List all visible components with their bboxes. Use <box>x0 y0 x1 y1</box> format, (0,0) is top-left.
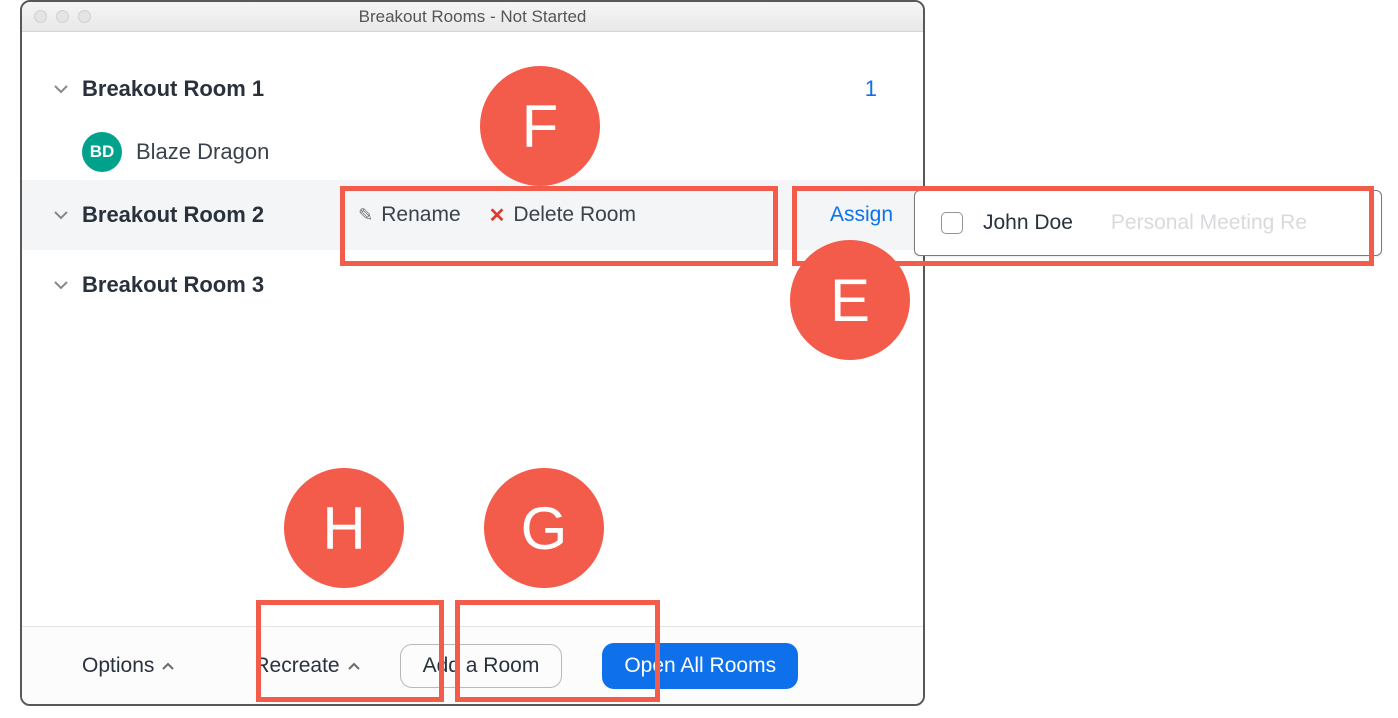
avatar: BD <box>82 132 122 172</box>
chevron-up-icon <box>348 658 360 673</box>
recreate-button[interactable]: Recreate <box>254 654 359 678</box>
room-actions: ✎ Rename ✕ Delete Room <box>358 203 636 228</box>
participant-row[interactable]: BD Blaze Dragon <box>22 124 923 180</box>
assign-link[interactable]: Assign <box>830 203 893 227</box>
annotation-badge-g: G <box>484 468 604 588</box>
annotation-badge-e: E <box>790 240 910 360</box>
assign-candidate-name: John Doe <box>983 211 1073 235</box>
room-list: Breakout Room 1 1 BD Blaze Dragon Breako… <box>22 32 923 320</box>
open-all-label: Open All Rooms <box>624 654 776 677</box>
room-name: Breakout Room 3 <box>82 272 264 298</box>
window-title: Breakout Rooms - Not Started <box>22 7 923 27</box>
x-icon: ✕ <box>489 203 506 228</box>
annotation-badge-h: H <box>284 468 404 588</box>
footer: Options Recreate Add a Room Open All Roo… <box>22 626 923 704</box>
assign-candidate-secondary: Personal Meeting Re <box>1111 211 1307 235</box>
pencil-icon: ✎ <box>358 205 373 226</box>
room-row[interactable]: Breakout Room 1 1 <box>22 54 923 124</box>
rename-button[interactable]: ✎ Rename <box>358 203 460 227</box>
delete-label: Delete Room <box>513 203 636 227</box>
annotation-badge-f: F <box>480 66 600 186</box>
room-name: Breakout Room 2 <box>82 202 264 228</box>
participant-name: Blaze Dragon <box>136 139 269 165</box>
chevron-down-icon[interactable] <box>52 85 70 94</box>
recreate-label: Recreate <box>254 654 339 678</box>
open-all-rooms-button[interactable]: Open All Rooms <box>602 643 798 689</box>
add-room-button[interactable]: Add a Room <box>400 644 563 688</box>
options-button[interactable]: Options <box>82 654 174 678</box>
chevron-down-icon[interactable] <box>52 281 70 290</box>
room-row[interactable]: Breakout Room 2 ✎ Rename ✕ Delete Room A… <box>22 180 923 250</box>
add-room-label: Add a Room <box>423 654 540 678</box>
chevron-down-icon[interactable] <box>52 211 70 220</box>
assign-popover: John Doe Personal Meeting Re <box>914 190 1382 256</box>
window-titlebar: Breakout Rooms - Not Started <box>22 2 923 32</box>
delete-room-button[interactable]: ✕ Delete Room <box>489 203 636 228</box>
assign-checkbox[interactable] <box>941 212 963 234</box>
breakout-rooms-window: Breakout Rooms - Not Started Breakout Ro… <box>20 0 925 706</box>
options-label: Options <box>82 654 154 678</box>
rename-label: Rename <box>381 203 460 227</box>
room-name: Breakout Room 1 <box>82 76 264 102</box>
room-row[interactable]: Breakout Room 3 <box>22 250 923 320</box>
room-participant-count: 1 <box>865 76 877 102</box>
chevron-up-icon <box>162 658 174 673</box>
